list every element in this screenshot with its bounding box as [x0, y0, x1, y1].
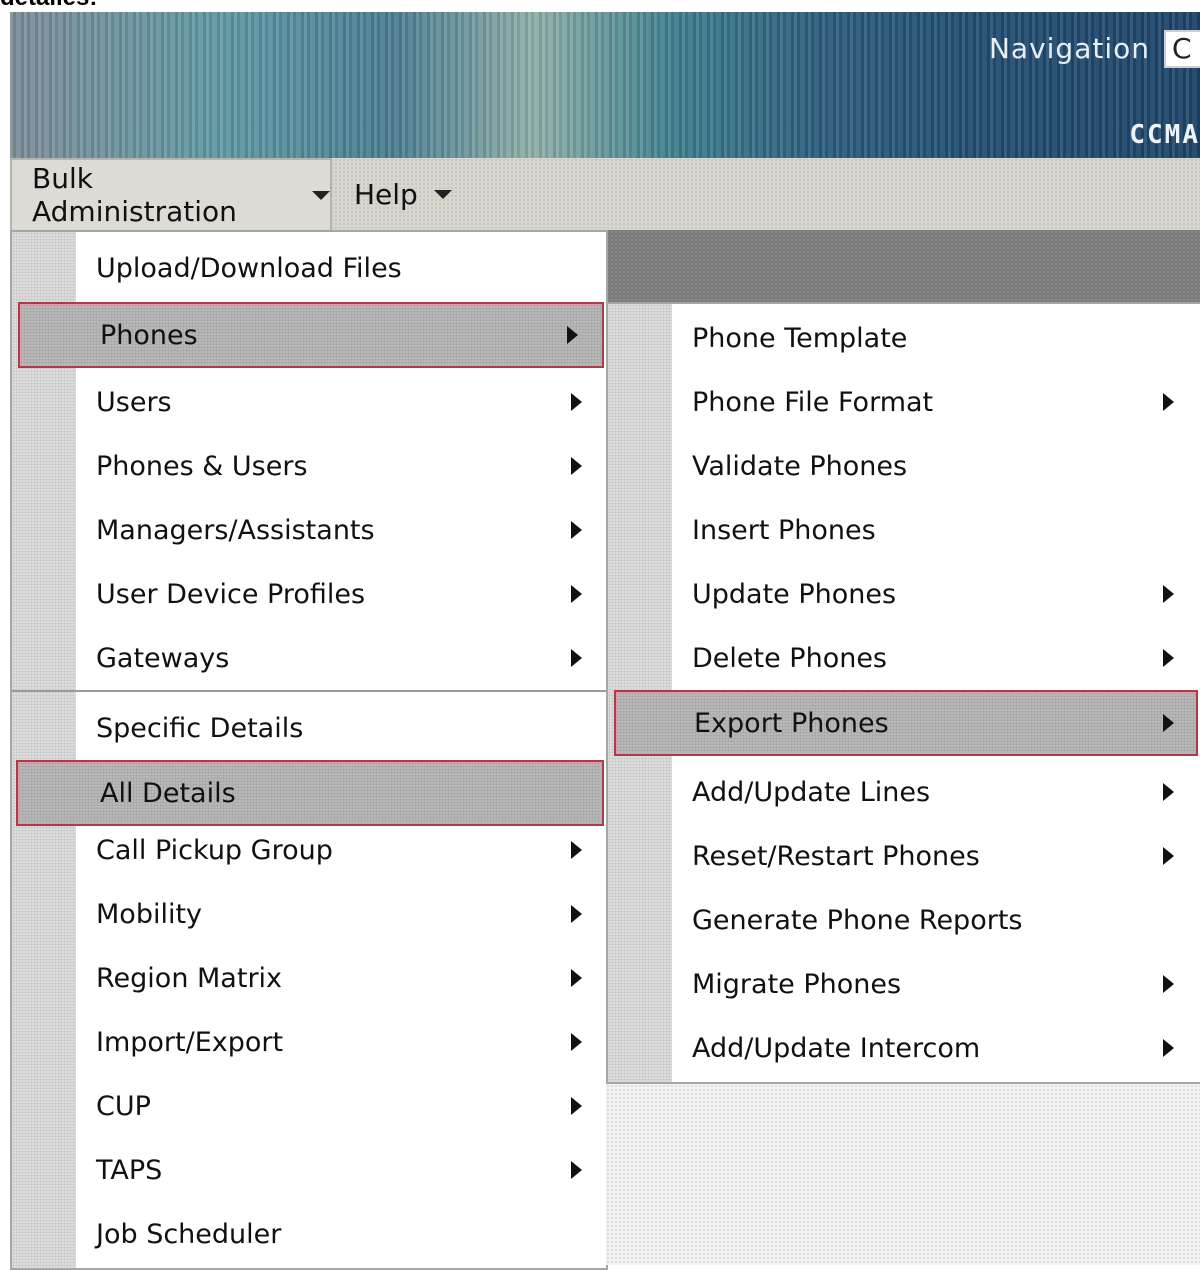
- menu-item-upload-download-files[interactable]: Upload/Download Files: [12, 236, 606, 300]
- submenu-arrow-icon: [571, 905, 582, 923]
- submenu-item-export-phones[interactable]: Export Phones: [614, 690, 1198, 756]
- menu-item-phones-users[interactable]: Phones & Users: [12, 434, 606, 498]
- submenu-item-validate-phones[interactable]: Validate Phones: [608, 434, 1200, 498]
- content-header-bar: [606, 230, 1200, 302]
- menu-help-label: Help: [354, 177, 418, 211]
- menu-item-label: Mobility: [96, 898, 203, 930]
- menu-item-label: Call Pickup Group: [96, 834, 333, 866]
- submenu-item-delete-phones[interactable]: Delete Phones: [608, 626, 1200, 690]
- submenu-arrow-icon: [571, 649, 582, 667]
- menu-item-call-pickup-group[interactable]: Call Pickup Group: [12, 818, 606, 882]
- menu-item-label: Phone File Format: [692, 386, 934, 418]
- menu-item-label: Migrate Phones: [692, 968, 902, 1000]
- submenu-arrow-icon: [571, 585, 582, 603]
- menu-item-cup[interactable]: CUP: [12, 1074, 606, 1138]
- menu-item-user-device-profiles[interactable]: User Device Profiles: [12, 562, 606, 626]
- menu-help[interactable]: Help: [334, 158, 474, 230]
- menu-item-label: Phone Template: [692, 322, 908, 354]
- menu-item-label: Job Scheduler: [96, 1218, 282, 1250]
- menu-item-label: Phones: [100, 319, 198, 351]
- menu-bulk-administration[interactable]: Bulk Administration: [10, 158, 332, 230]
- menu-item-label: Users: [96, 386, 172, 418]
- submenu-arrow-icon: [571, 1161, 582, 1179]
- menu-item-label: Add/Update Lines: [692, 776, 931, 808]
- submenu-arrow-icon: [571, 393, 582, 411]
- submenu-arrow-icon: [571, 521, 582, 539]
- submenu-arrow-icon: [1163, 393, 1174, 411]
- menu-item-label: Managers/Assistants: [96, 514, 375, 546]
- menu-item-mobility[interactable]: Mobility: [12, 882, 606, 946]
- menu-item-label: Gateways: [96, 642, 230, 674]
- submenu-item-add-update-intercom[interactable]: Add/Update Intercom: [608, 1016, 1200, 1080]
- menu-item-users[interactable]: Users: [12, 370, 606, 434]
- menu-item-label: Delete Phones: [692, 642, 887, 674]
- bulk-admin-dropdown: Upload/Download Files Phones Users Phone…: [10, 230, 608, 1270]
- menu-item-label: User Device Profiles: [96, 578, 366, 610]
- menu-item-gateways[interactable]: Gateways: [12, 626, 606, 690]
- menu-item-label: Export Phones: [694, 707, 889, 739]
- menu-item-label: Update Phones: [692, 578, 897, 610]
- menu-item-job-scheduler[interactable]: Job Scheduler: [12, 1202, 606, 1266]
- menu-item-specific-details[interactable]: Specific Details: [12, 696, 606, 760]
- submenu-item-migrate-phones[interactable]: Migrate Phones: [608, 952, 1200, 1016]
- submenu-arrow-icon: [1163, 1039, 1174, 1057]
- menu-item-label: Validate Phones: [692, 450, 908, 482]
- menu-item-label: Phones & Users: [96, 450, 308, 482]
- submenu-item-add-update-lines[interactable]: Add/Update Lines: [608, 760, 1200, 824]
- submenu-arrow-icon: [1163, 649, 1174, 667]
- caret-down-icon: [312, 190, 330, 200]
- submenu-item-insert-phones[interactable]: Insert Phones: [608, 498, 1200, 562]
- menu-item-all-details[interactable]: All Details: [16, 760, 604, 826]
- submenu-arrow-icon: [1163, 975, 1174, 993]
- submenu-arrow-icon: [571, 1033, 582, 1051]
- menu-item-label: Insert Phones: [692, 514, 876, 546]
- phones-submenu: Phone Template Phone File Format Validat…: [606, 302, 1200, 1084]
- menu-item-region-matrix[interactable]: Region Matrix: [12, 946, 606, 1010]
- menu-bar: Bulk Administration Help: [10, 158, 1200, 231]
- submenu-arrow-icon: [567, 326, 578, 344]
- menu-item-phones[interactable]: Phones: [18, 302, 604, 368]
- menu-item-taps[interactable]: TAPS: [12, 1138, 606, 1202]
- menu-item-managers-assistants[interactable]: Managers/Assistants: [12, 498, 606, 562]
- menu-bulk-administration-label: Bulk Administration: [32, 162, 237, 228]
- navigation-label: Navigation: [988, 32, 1150, 65]
- menu-item-label: Generate Phone Reports: [692, 904, 1023, 936]
- submenu-item-reset-restart-phones[interactable]: Reset/Restart Phones: [608, 824, 1200, 888]
- submenu-arrow-icon: [1163, 585, 1174, 603]
- menu-item-label: CUP: [96, 1090, 151, 1122]
- menu-item-label: Reset/Restart Phones: [692, 840, 980, 872]
- submenu-item-generate-phone-reports[interactable]: Generate Phone Reports: [608, 888, 1200, 952]
- menu-item-label: All Details: [100, 777, 236, 809]
- submenu-arrow-icon: [1163, 783, 1174, 801]
- product-name: CCMA: [1129, 120, 1200, 150]
- menu-item-label: TAPS: [96, 1154, 163, 1186]
- submenu-arrow-icon: [571, 969, 582, 987]
- submenu-item-update-phones[interactable]: Update Phones: [608, 562, 1200, 626]
- submenu-arrow-icon: [1163, 714, 1174, 732]
- cut-off-caption: detalles:: [0, 0, 300, 11]
- content-area: [606, 1082, 1200, 1265]
- menu-item-label: Region Matrix: [96, 962, 283, 994]
- navigation-select[interactable]: C: [1164, 30, 1200, 68]
- submenu-item-phone-template[interactable]: Phone Template: [608, 306, 1200, 370]
- header-banner: Navigation C CCMA: [10, 12, 1200, 158]
- submenu-arrow-icon: [1163, 847, 1174, 865]
- menu-item-label: Import/Export: [96, 1026, 284, 1058]
- menu-item-label: Add/Update Intercom: [692, 1032, 981, 1064]
- submenu-item-phone-file-format[interactable]: Phone File Format: [608, 370, 1200, 434]
- submenu-arrow-icon: [571, 1097, 582, 1115]
- caret-down-icon: [433, 189, 452, 199]
- submenu-arrow-icon: [571, 841, 582, 859]
- menu-separator: [12, 690, 606, 692]
- submenu-arrow-icon: [571, 457, 582, 475]
- menu-item-import-export[interactable]: Import/Export: [12, 1010, 606, 1074]
- menu-item-label: Specific Details: [96, 712, 304, 744]
- menu-item-label: Upload/Download Files: [96, 252, 402, 284]
